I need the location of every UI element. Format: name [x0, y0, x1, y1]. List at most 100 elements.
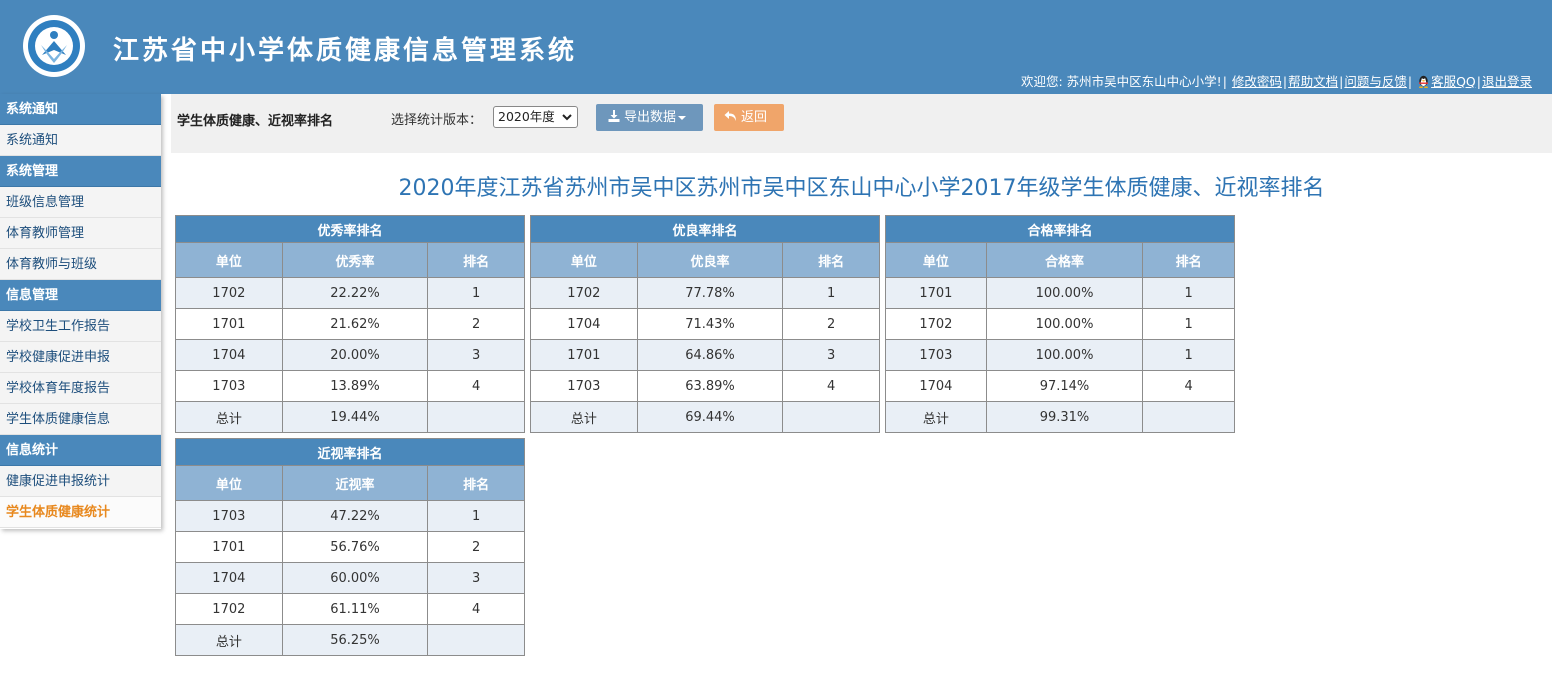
column-header: 单位	[175, 465, 283, 501]
column-header: 优秀率	[281, 242, 429, 278]
customer-service-qq-link[interactable]: 客服QQ	[1431, 74, 1476, 89]
column-header: 排名	[782, 242, 880, 278]
total-cell: 总计	[175, 401, 283, 433]
sidebar-item-pe-teacher-management[interactable]: 体育教师管理	[0, 218, 161, 249]
total-cell: 19.44%	[281, 401, 429, 433]
total-cell	[427, 624, 525, 656]
chevron-down-icon	[562, 114, 572, 121]
total-row: 总计 69.44%	[530, 401, 880, 433]
version-select[interactable]: 2020年度	[493, 106, 578, 128]
column-header: 排名	[427, 242, 525, 278]
table-cell: 1	[427, 277, 525, 309]
table-cell: 22.22%	[281, 277, 429, 309]
sidebar-menu: 系统通知 系统通知 系统管理 班级信息管理 体育教师管理 体育教师与班级 信息管…	[0, 94, 161, 529]
table-cell: 1703	[885, 339, 987, 371]
sidebar-item-student-health-info[interactable]: 学生体质健康信息	[0, 404, 161, 435]
table-cell: 1702	[885, 308, 987, 340]
table-row: 1702 22.22% 1	[175, 277, 525, 309]
sidebar-group-notice[interactable]: 系统通知	[0, 94, 161, 125]
table-caption: 优良率排名	[530, 215, 880, 243]
version-label: 选择统计版本：	[391, 113, 483, 128]
column-header: 排名	[1142, 242, 1235, 278]
column-header: 排名	[427, 465, 525, 501]
sidebar-item-pe-teacher-class[interactable]: 体育教师与班级	[0, 249, 161, 280]
column-header: 近视率	[281, 465, 429, 501]
logo-icon	[23, 15, 85, 77]
table-row: 1703 13.89% 4	[175, 370, 525, 402]
table-cell: 2	[427, 308, 525, 340]
total-row: 总计 56.25%	[175, 624, 525, 656]
table-row: 1704 60.00% 3	[175, 562, 525, 594]
table-caption: 近视率排名	[175, 438, 525, 466]
back-button[interactable]: 返回	[714, 104, 784, 131]
change-password-link[interactable]: 修改密码	[1232, 74, 1282, 89]
sidebar-item-school-health-report[interactable]: 学校卫生工作报告	[0, 311, 161, 342]
myopia-rate-ranking-table: 近视率排名 单位 近视率 排名 1703 47.22% 1 1701 56.76% 2 1704 60…	[175, 438, 525, 656]
table-row: 1701 56.76% 2	[175, 531, 525, 563]
sidebar-item-health-promotion-application[interactable]: 学校健康促进申报	[0, 342, 161, 373]
table-cell: 77.78%	[636, 277, 784, 309]
table-cell: 1701	[175, 531, 283, 563]
column-header: 单位	[530, 242, 638, 278]
table-cell: 13.89%	[281, 370, 429, 402]
table-row: 1704 71.43% 2	[530, 308, 880, 340]
sidebar-group-system-management[interactable]: 系统管理	[0, 156, 161, 187]
table-row: 1701 21.62% 2	[175, 308, 525, 340]
table-cell: 4	[1142, 370, 1235, 402]
sidebar-group-info-management[interactable]: 信息管理	[0, 280, 161, 311]
table-row: 1702 61.11% 4	[175, 593, 525, 625]
total-row: 总计 99.31%	[885, 401, 1235, 433]
back-label: 返回	[741, 110, 768, 125]
table-row: 1701 100.00% 1	[885, 277, 1235, 309]
table-cell: 1	[427, 500, 525, 532]
table-cell: 1701	[530, 339, 638, 371]
total-cell: 99.31%	[985, 401, 1144, 433]
excellent-rate-ranking-table: 优秀率排名 单位 优秀率 排名 1702 22.22% 1 1701 21.62% 2 1704 20…	[175, 215, 525, 433]
good-rate-ranking-table: 优良率排名 单位 优良率 排名 1702 77.78% 1 1704 71.43% 2 1701 64…	[530, 215, 880, 433]
sidebar-group-statistics[interactable]: 信息统计	[0, 435, 161, 466]
table-row: 1701 64.86% 3	[530, 339, 880, 371]
user-bar: 欢迎您: 苏州市吴中区东山中心小学!| 修改密码|帮助文档|问题与反馈| 客服Q…	[1020, 74, 1532, 89]
export-data-button[interactable]: 导出数据	[596, 104, 703, 131]
table-row: 1703 47.22% 1	[175, 500, 525, 532]
total-cell	[1142, 401, 1235, 433]
table-caption: 合格率排名	[885, 215, 1235, 243]
total-row: 总计 19.44%	[175, 401, 525, 433]
table-cell: 47.22%	[281, 500, 429, 532]
version-select-value: 2020年度	[498, 109, 555, 124]
total-cell	[427, 401, 525, 433]
logout-link[interactable]: 退出登录	[1482, 74, 1532, 89]
app-header: 江苏省中小学体质健康信息管理系统 欢迎您: 苏州市吴中区东山中心小学!| 修改密…	[0, 0, 1552, 94]
table-cell: 63.89%	[636, 370, 784, 402]
sidebar-item-system-notice[interactable]: 系统通知	[0, 125, 161, 156]
table-cell: 100.00%	[985, 308, 1144, 340]
welcome-text: 欢迎您: 苏州市吴中区东山中心小学!	[1020, 74, 1222, 89]
table-cell: 4	[782, 370, 880, 402]
table-cell: 1	[1142, 308, 1235, 340]
table-cell: 1702	[530, 277, 638, 309]
qq-penguin-icon	[1419, 75, 1429, 88]
sidebar-item-class-management[interactable]: 班级信息管理	[0, 187, 161, 218]
help-docs-link[interactable]: 帮助文档	[1288, 74, 1338, 89]
download-icon	[608, 110, 620, 122]
pass-rate-ranking-table: 合格率排名 单位 合格率 排名 1701 100.00% 1 1702 100.00% 1 1703…	[885, 215, 1235, 433]
table-cell: 4	[427, 370, 525, 402]
table-cell: 4	[427, 593, 525, 625]
table-cell: 1704	[175, 562, 283, 594]
table-cell: 61.11%	[281, 593, 429, 625]
table-cell: 71.43%	[636, 308, 784, 340]
table-cell: 100.00%	[985, 339, 1144, 371]
app-title: 江苏省中小学体质健康信息管理系统	[113, 36, 578, 66]
table-cell: 56.76%	[281, 531, 429, 563]
feedback-link[interactable]: 问题与反馈	[1344, 74, 1407, 89]
table-cell: 100.00%	[985, 277, 1144, 309]
column-header: 优良率	[636, 242, 784, 278]
sidebar-item-health-promotion-stats[interactable]: 健康促进申报统计	[0, 466, 161, 497]
table-cell: 1702	[175, 277, 283, 309]
table-cell: 64.86%	[636, 339, 784, 371]
sidebar-item-pe-annual-report[interactable]: 学校体育年度报告	[0, 373, 161, 404]
sidebar-item-student-health-stats[interactable]: 学生体质健康统计	[0, 497, 161, 528]
table-cell: 1704	[885, 370, 987, 402]
table-row: 1704 97.14% 4	[885, 370, 1235, 402]
table-cell: 1701	[175, 308, 283, 340]
